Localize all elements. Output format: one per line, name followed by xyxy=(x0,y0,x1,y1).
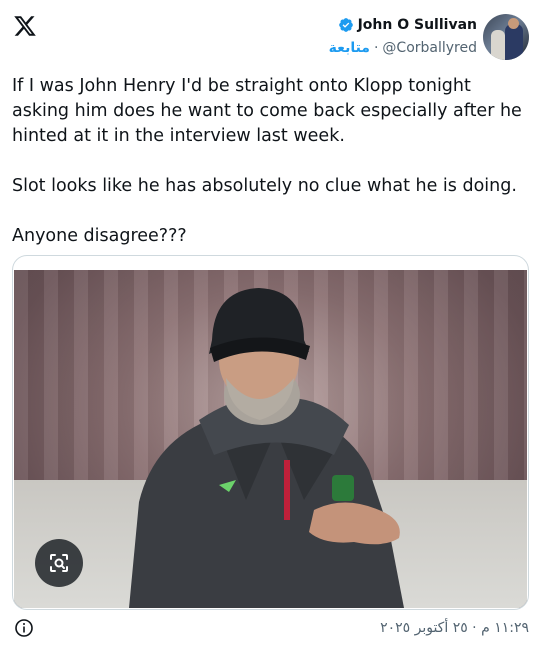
author-handle[interactable]: @Corballyred xyxy=(382,40,477,56)
photo-klopp[interactable] xyxy=(14,270,527,608)
avatar-figure-left xyxy=(491,30,505,60)
follow-button[interactable]: متابعة xyxy=(329,40,370,56)
x-logo-icon[interactable] xyxy=(13,14,37,38)
visual-search-button[interactable] xyxy=(35,539,83,587)
verified-badge-icon xyxy=(338,17,354,33)
avatar-face xyxy=(508,18,519,29)
author-name-row: John O Sullivan xyxy=(338,14,477,36)
author-display-name[interactable]: John O Sullivan xyxy=(358,17,477,33)
visual-search-icon xyxy=(50,554,68,572)
author-handle-row: متابعة · @Corballyred xyxy=(329,36,477,60)
info-icon[interactable] xyxy=(14,618,34,638)
tweet-timestamp[interactable]: ١١:٢٩ م · ٢٥ أكتوبر ٢٠٢٥ xyxy=(380,618,529,638)
tweet-text: If I was John Henry I'd be straight onto… xyxy=(12,76,522,246)
author-text: John O Sullivan متابعة · @Corballyred xyxy=(329,14,477,62)
media-card[interactable] xyxy=(12,255,529,610)
avatar-figure-right xyxy=(505,24,523,60)
avatar[interactable] xyxy=(483,14,529,60)
x-logo-svg xyxy=(14,16,36,36)
separator-dot: · xyxy=(373,40,379,56)
photo-person-illustration xyxy=(129,288,404,608)
tweet-author: John O Sullivan متابعة · @Corballyred xyxy=(329,14,529,62)
